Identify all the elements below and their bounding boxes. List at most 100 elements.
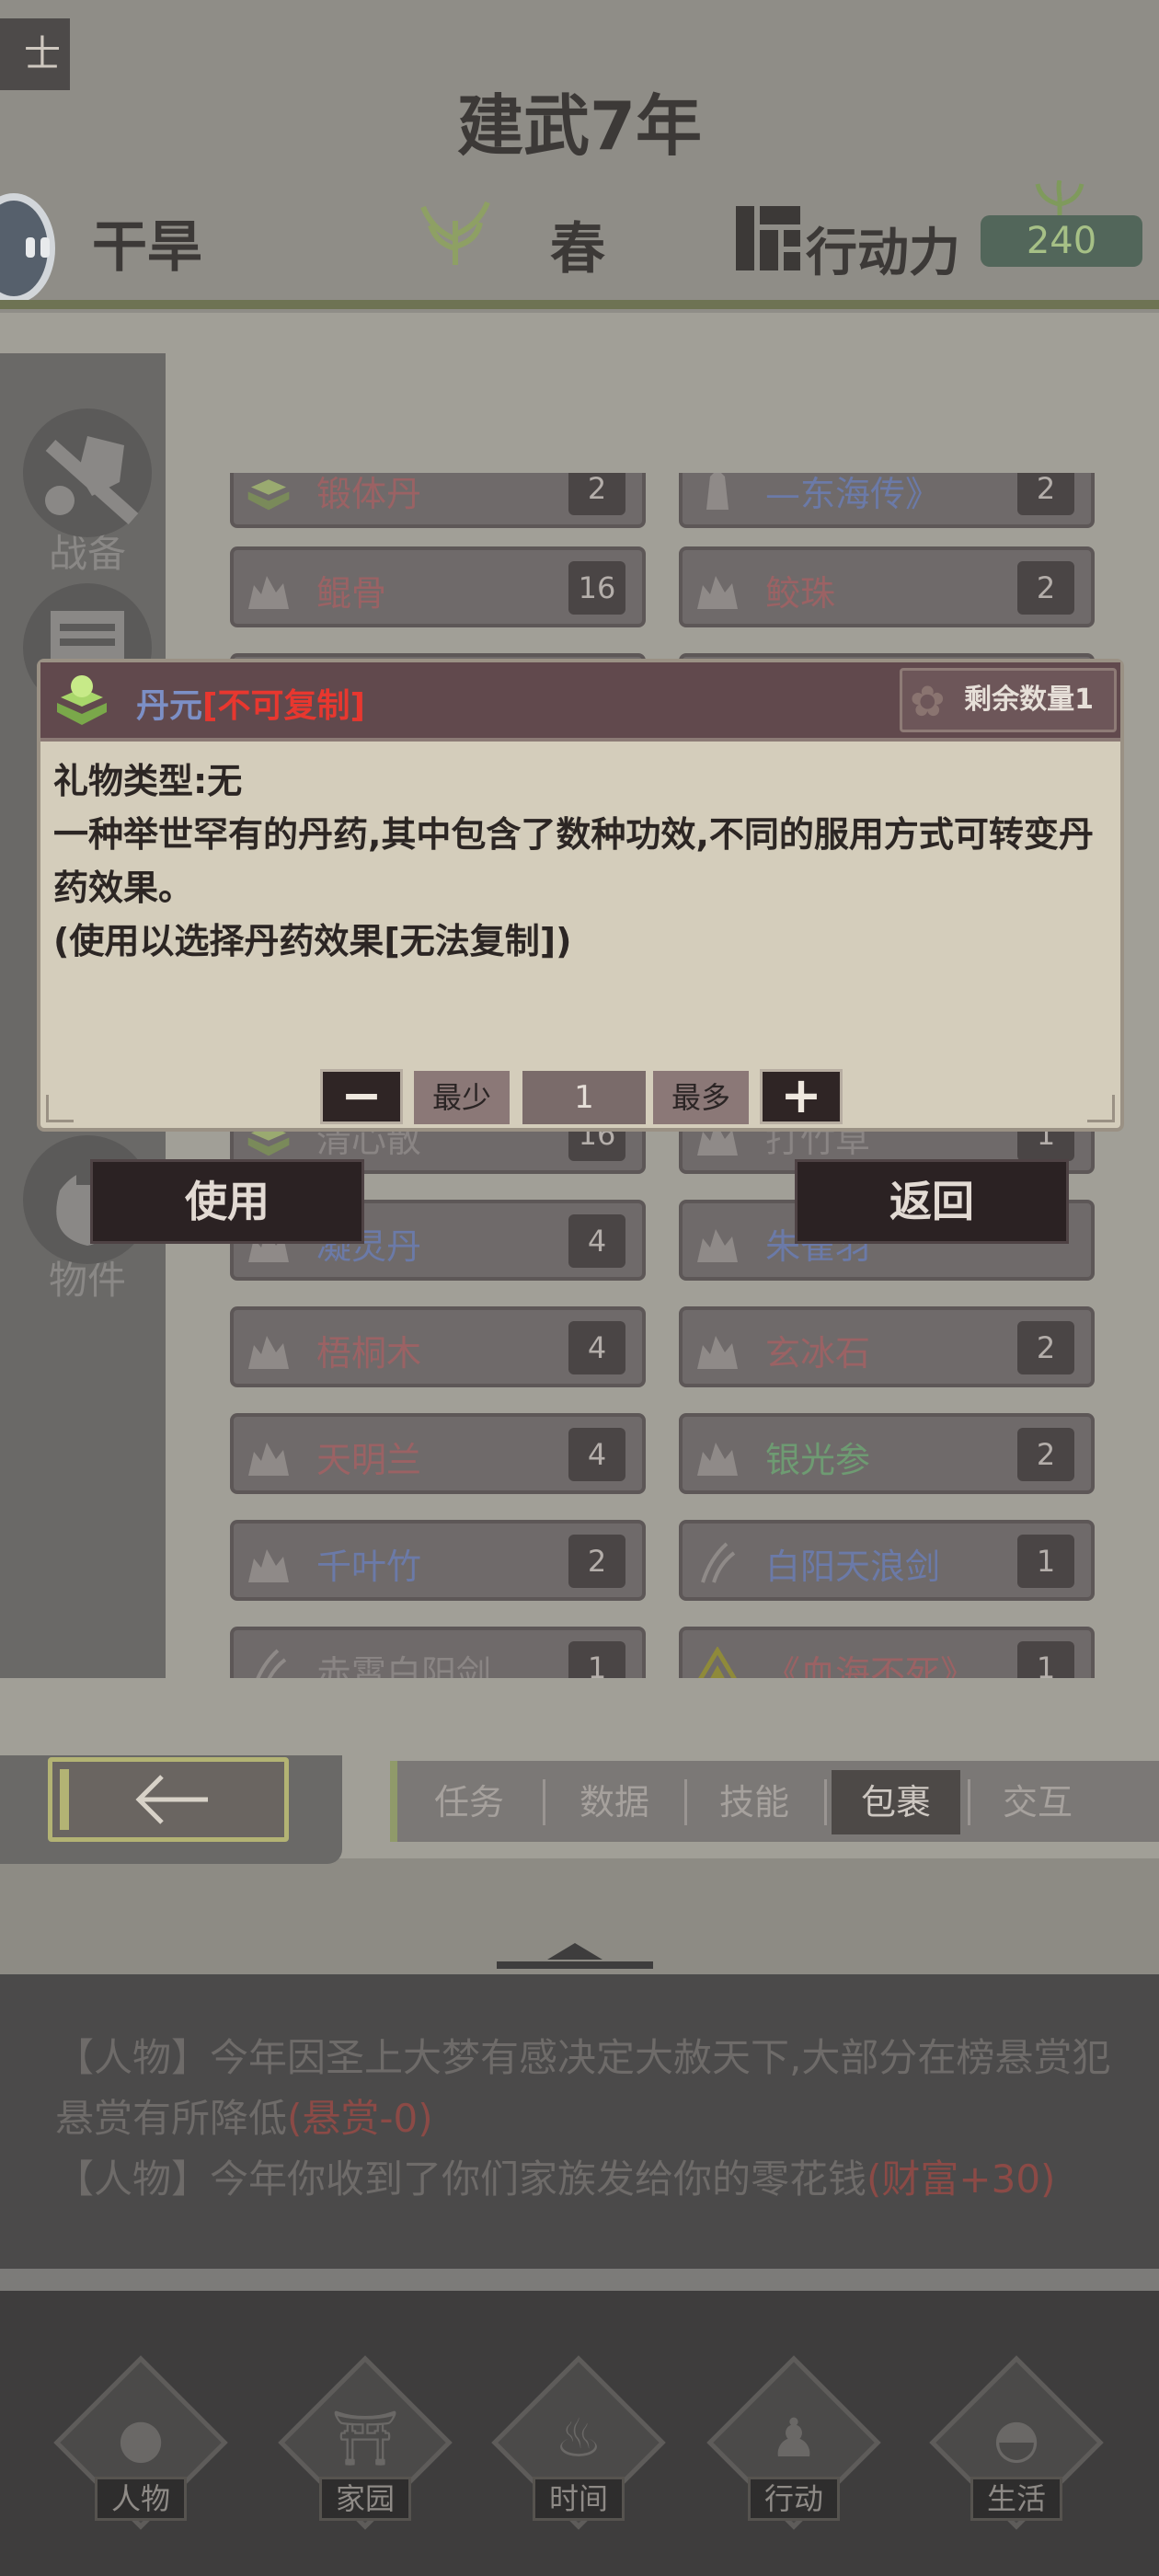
item-count: 4: [568, 1214, 625, 1268]
item-name: 丹元[不可复制]: [136, 679, 365, 727]
rock-icon: [694, 1220, 741, 1264]
tab-bag[interactable]: 包裹: [832, 1770, 960, 1834]
log-line: 【人物】今年因圣上大梦有感决定大赦天下,大部分在榜悬赏犯悬赏有所降低(悬赏-0): [55, 2028, 1141, 2149]
item-name: 鲛珠: [765, 573, 836, 614]
inventory-slot[interactable]: 梧桐木 4: [230, 1306, 646, 1387]
item-name: 玄冰石: [765, 1333, 871, 1374]
landscape-icon: ◓: [993, 2407, 1040, 2469]
item-name: 锻体丹: [316, 474, 422, 514]
item-name: 银光参: [765, 1440, 871, 1480]
item-count: 1: [1017, 1641, 1074, 1678]
scroll-icon: [694, 473, 741, 512]
quantity-field[interactable]: 1: [522, 1071, 646, 1124]
action-points-value: 240: [981, 215, 1142, 267]
item-count: 16: [568, 561, 625, 615]
claw-icon: [245, 1647, 293, 1678]
return-button[interactable]: 返回: [795, 1159, 1069, 1244]
item-count: 2: [568, 1535, 625, 1588]
inventory-slot[interactable]: 千叶竹 2: [230, 1520, 646, 1601]
sidebar-item-equipment[interactable]: 战备: [18, 408, 156, 579]
tab-divider: [543, 1779, 545, 1825]
item-count: 4: [568, 1428, 625, 1481]
tab-data[interactable]: 数据: [550, 1770, 679, 1834]
event-log: 【人物】今年因圣上大梦有感决定大赦天下,大部分在榜悬赏犯悬赏有所降低(悬赏-0)…: [0, 1974, 1159, 2269]
item-name: 白阳天浪剑: [765, 1547, 941, 1587]
pill-icon: [245, 473, 293, 512]
tab-interact[interactable]: 交互: [973, 1770, 1102, 1834]
inventory-slot[interactable]: —东海传》 2: [679, 473, 1095, 528]
max-button[interactable]: 最多: [653, 1071, 749, 1124]
tab-tasks[interactable]: 任务: [405, 1770, 534, 1834]
pill-icon: [53, 673, 110, 727]
rock-icon: [245, 1433, 293, 1478]
back-button[interactable]: [48, 1757, 289, 1842]
item-detail-dialog: 丹元[不可复制] ✿ 剩余数量1 礼物类型:无 一种举世罕有的丹药,其中包含了数…: [37, 659, 1124, 1132]
item-name: 梧桐木: [316, 1333, 422, 1374]
claw-icon: [694, 1540, 741, 1584]
nav-time[interactable]: ♨ 时间: [491, 2355, 666, 2530]
season-label: 春: [550, 217, 605, 282]
item-tag: [不可复制]: [202, 687, 365, 725]
minus-button[interactable]: −: [320, 1069, 403, 1124]
item-name: 天明兰: [316, 1440, 422, 1480]
item-count: 2: [1017, 561, 1074, 615]
nav-character[interactable]: ● 人物: [53, 2355, 228, 2530]
inventory-slot[interactable]: 玄冰石 2: [679, 1306, 1095, 1387]
nav-action[interactable]: ♟ 行动: [706, 2355, 881, 2530]
warning-triangle-icon: [694, 1646, 741, 1678]
era-title: 建武7年: [456, 87, 703, 165]
gate-icon: ⛩: [331, 2407, 399, 2469]
nav-label: 行动: [748, 2477, 840, 2521]
inventory-slot[interactable]: 银光参 2: [679, 1413, 1095, 1494]
avatar-icon[interactable]: [0, 193, 55, 304]
top-header: 士 建武7年 干旱 春 行动力 240: [0, 0, 1159, 313]
inventory-slot[interactable]: 《血海不死》 1: [679, 1627, 1095, 1678]
running-person-icon: ♟: [770, 2407, 818, 2469]
header-divider: [0, 300, 1159, 309]
rock-icon: [694, 1327, 741, 1371]
item-count: 4: [568, 1321, 625, 1374]
item-count: 2: [1017, 473, 1074, 515]
log-text: 【人物】今年因圣上大梦有感决定大赦天下,大部分在榜悬赏犯悬赏有所降低: [55, 2035, 1111, 2141]
log-text: 【人物】今年你收到了你们家族发给你的零花钱: [55, 2156, 867, 2202]
nav-home[interactable]: ⛩ 家园: [278, 2355, 453, 2530]
remaining-text: 剩余数量1: [964, 684, 1094, 716]
season-plant-icon: [414, 193, 497, 267]
plus-button[interactable]: +: [760, 1069, 843, 1124]
nav-label: 生活: [970, 2477, 1062, 2521]
log-highlight: (财富+30): [866, 2156, 1056, 2202]
item-name-text: 丹元: [136, 687, 203, 725]
inventory-slot[interactable]: 锻体丹 2: [230, 473, 646, 528]
rock-icon: [245, 1327, 293, 1371]
tab-skills[interactable]: 技能: [690, 1770, 819, 1834]
item-count: 2: [1017, 1428, 1074, 1481]
item-count: 1: [1017, 1535, 1074, 1588]
inventory-slot[interactable]: 白阳天浪剑 1: [679, 1520, 1095, 1601]
usage-note: (使用以选择丹药效果[无法复制]): [53, 921, 572, 961]
item-name: 赤霄白阳剑: [316, 1653, 492, 1678]
rock-icon: [694, 567, 741, 611]
dialog-header: 丹元[不可复制] ✿ 剩余数量1: [40, 662, 1120, 742]
remaining-count: ✿ 剩余数量1: [900, 668, 1117, 732]
item-description: 礼物类型:无 一种举世罕有的丹药,其中包含了数种功效,不同的服用方式可转变丹药效…: [53, 754, 1111, 968]
inventory-slot[interactable]: 鲛珠 2: [679, 546, 1095, 627]
item-name: —东海传》: [765, 474, 941, 514]
nav-label: 家园: [319, 2477, 411, 2521]
min-button[interactable]: 最少: [414, 1071, 510, 1124]
quantity-controls: − 最少 1 最多 +: [40, 1065, 1120, 1130]
inventory-slot[interactable]: 赤霄白阳剑 1: [230, 1627, 646, 1678]
person-icon: ●: [117, 2407, 165, 2469]
inventory-slot[interactable]: 鲲骨 16: [230, 546, 646, 627]
gift-type: 礼物类型:无: [53, 761, 243, 801]
inventory-slot[interactable]: 天明兰 4: [230, 1413, 646, 1494]
incense-icon: ♨: [555, 2407, 602, 2469]
rock-icon: [694, 1433, 741, 1478]
use-button[interactable]: 使用: [90, 1159, 364, 1244]
rock-icon: [245, 567, 293, 611]
expand-log-icon[interactable]: [497, 1932, 653, 1969]
nav-label: 时间: [533, 2477, 625, 2521]
corner-ornament: [1087, 1095, 1115, 1122]
left-arrow-icon: [130, 1767, 212, 1846]
nav-label: 人物: [95, 2477, 187, 2521]
nav-life[interactable]: ◓ 生活: [929, 2355, 1104, 2530]
